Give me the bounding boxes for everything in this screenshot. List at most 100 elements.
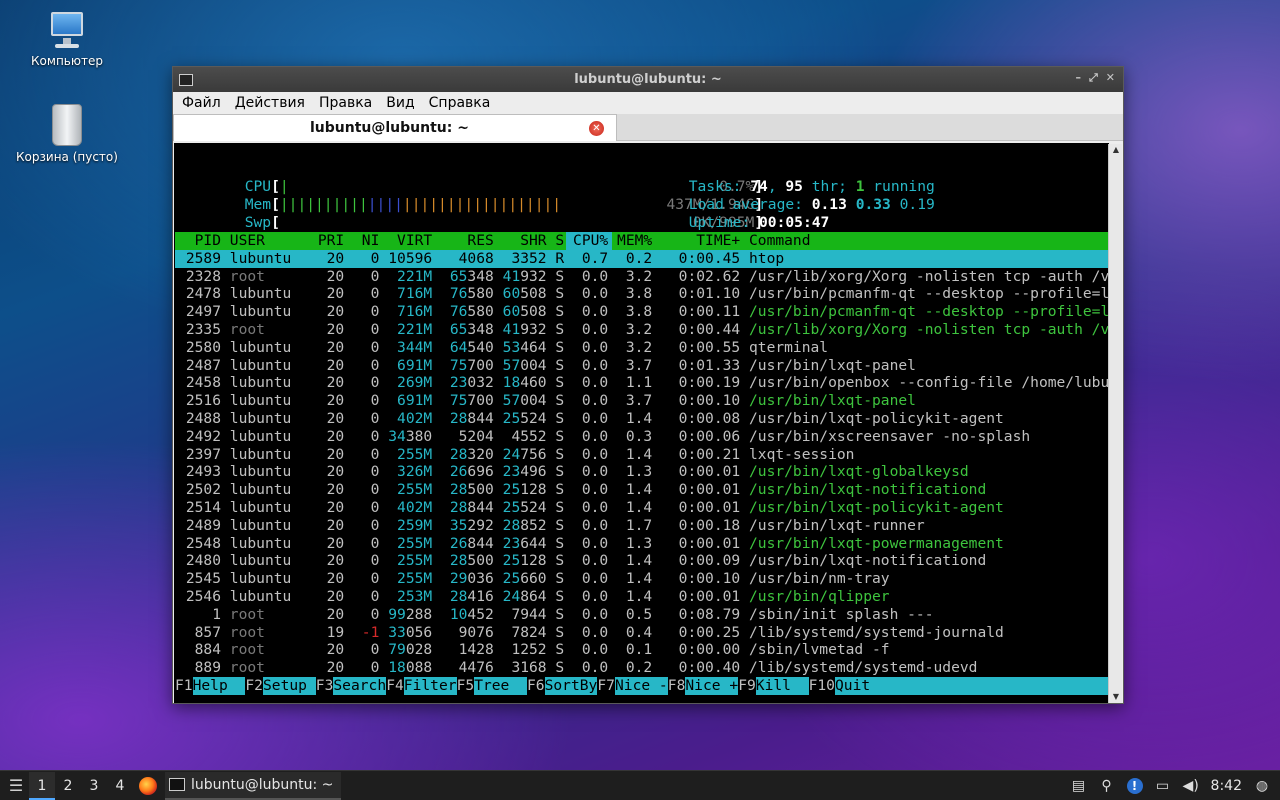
column-header-pri[interactable]: PRI — [309, 232, 344, 250]
cell-pid: 2335 — [185, 321, 221, 338]
terminal-area[interactable]: CPU[| 0.7%] Mem[||||||||||||||||||||||||… — [174, 143, 1109, 703]
process-row[interactable]: 2546 lubuntu 20 0 253M 28416 24864 S 0.0 1.4 0:00.… — [175, 588, 1108, 606]
process-row[interactable]: 2487 lubuntu 20 0 691M 75700 57004 S 0.0 3.7 0:01.… — [175, 357, 1108, 375]
desktop-icon-trash[interactable]: Корзина (пусто) — [12, 104, 122, 164]
window-titlebar[interactable]: lubuntu@lubuntu: ~ – ⤢ ✕ — [173, 67, 1123, 92]
process-row[interactable]: 2580 lubuntu 20 0 344M 64540 53464 S 0.0 3.2 0:00.… — [175, 339, 1108, 357]
cell-res: 28500 — [449, 552, 494, 570]
process-row[interactable]: 2493 lubuntu 20 0 326M 26696 23496 S 0.0 1.3 0:00.… — [175, 463, 1108, 481]
fkey-f7[interactable]: F7 — [597, 677, 615, 695]
process-row[interactable]: 2397 lubuntu 20 0 255M 28320 24756 S 0.0 1.4 0:00.… — [175, 446, 1108, 464]
column-header-time[interactable]: TIME+ — [652, 232, 740, 250]
process-row[interactable]: 2492 lubuntu 20 0 34380 5204 4552 S 0.0 0.3 0:00.0… — [175, 428, 1108, 446]
menu-view[interactable]: Вид — [379, 95, 421, 111]
fkey-label-f4[interactable]: Filter — [403, 677, 457, 695]
column-header-user[interactable]: USER — [230, 232, 309, 250]
column-header-mem[interactable]: MEM% — [608, 232, 652, 250]
fkey-f6[interactable]: F6 — [527, 677, 545, 695]
process-row[interactable]: 889 root 20 0 18088 4476 3168 S 0.0 0.2 0:00.40/li… — [175, 659, 1108, 677]
column-header-s[interactable]: S — [555, 232, 564, 250]
fkey-f4[interactable]: F4 — [386, 677, 404, 695]
column-header-shr[interactable]: SHR — [494, 232, 546, 250]
cell-s: S — [555, 463, 565, 481]
process-row[interactable]: 2514 lubuntu 20 0 402M 28844 25524 S 0.0 1.4 0:00.… — [175, 499, 1108, 517]
fkey-f1[interactable]: F1 — [175, 677, 193, 695]
cell-res: 76580 — [449, 303, 494, 321]
fkey-label-f10[interactable]: Quit — [835, 677, 1108, 695]
cell-pid: 1 — [212, 605, 221, 623]
cell-pri: 20 — [326, 516, 345, 534]
desktop-icon-computer[interactable]: Компьютер — [12, 12, 122, 68]
fkey-f10[interactable]: F10 — [809, 677, 835, 695]
cell-s: S — [555, 410, 565, 427]
scroll-down-icon[interactable]: ▼ — [1109, 691, 1123, 703]
clipboard-icon[interactable]: ▤ — [1071, 778, 1087, 794]
fkey-f9[interactable]: F9 — [738, 677, 756, 695]
desktop-switch-2[interactable]: 2 — [55, 772, 81, 800]
process-row[interactable]: 2335 root 20 0 221M 65348 41932 S 0.0 3.2 0:00.44 /… — [175, 321, 1109, 339]
globe-icon[interactable]: ◍ — [1254, 778, 1270, 794]
process-row[interactable]: 2589 lubuntu 20 0 10596 4068 3352 R 0.7 0.2 0:00.4… — [175, 249, 1108, 268]
fkey-label-f8[interactable]: Nice + — [685, 677, 739, 695]
process-row[interactable]: 2545 lubuntu 20 0 255M 29036 25660 S 0.0 1.4 0:00.… — [175, 570, 1108, 588]
fkey-f5[interactable]: F5 — [457, 677, 475, 695]
scroll-up-icon[interactable]: ▲ — [1109, 144, 1123, 156]
fkey-f2[interactable]: F2 — [245, 677, 263, 695]
cell-user: lubuntu — [229, 285, 292, 303]
desktop-switch-3[interactable]: 3 — [81, 772, 107, 800]
column-header-virt[interactable]: VIRT — [379, 232, 432, 250]
process-row[interactable]: 884 root 20 0 79028 1428 1252 S 0.0 0.1 0:00.00/sb… — [175, 641, 1108, 659]
network-icon[interactable]: ⚲ — [1099, 778, 1115, 794]
fkey-f3[interactable]: F3 — [316, 677, 334, 695]
fkey-label-f9[interactable]: Kill — [755, 677, 809, 695]
cell-cmd: /usr/lib/xorg/Xorg -nolisten tcp -auth /… — [749, 267, 1109, 285]
process-row[interactable]: 2497 lubuntu 20 0 716M 76580 60508 S 0.0 3.8 0:00.… — [175, 303, 1109, 321]
process-row[interactable]: 1 root 20 0 99288 10452 7944 S 0.0 0.5 0:08.79/sbi… — [175, 606, 1108, 624]
column-header-ni[interactable]: NI — [344, 232, 380, 250]
process-row[interactable]: 2548 lubuntu 20 0 255M 26844 23644 S 0.0 1.3 0:00.… — [175, 535, 1108, 553]
cell-mem: 3.8 — [625, 303, 653, 321]
minimize-icon[interactable]: – — [1075, 71, 1081, 85]
process-row[interactable]: 2480 lubuntu 20 0 255M 28500 25128 S 0.0 1.4 0:00.… — [175, 552, 1108, 570]
desktop-switch-1[interactable]: 1 — [29, 771, 55, 800]
menu-help[interactable]: Справка — [422, 95, 498, 111]
fkey-label-f2[interactable]: Setup — [263, 677, 316, 695]
process-row[interactable]: 857 root 19 -1 33056 9076 7824 S 0.0 0.4 0:00.25/l… — [175, 624, 1108, 642]
cell-user: lubuntu — [229, 463, 292, 481]
tab-close-icon[interactable]: ✕ — [589, 121, 604, 136]
terminal-scrollbar[interactable]: ▲ ▼ — [1108, 144, 1122, 703]
column-header-command[interactable]: Command — [749, 232, 1109, 250]
fkey-label-f1[interactable]: Help — [192, 677, 246, 695]
maximize-icon[interactable]: ⤢ — [1089, 71, 1098, 85]
notification-icon[interactable]: ▭ — [1155, 778, 1171, 794]
info-icon[interactable]: ! — [1126, 778, 1143, 794]
cell-virt: 691M — [397, 392, 433, 410]
process-row[interactable]: 2478 lubuntu 20 0 716M 76580 60508 S 0.0 3.8 0:01.… — [175, 285, 1109, 303]
fkey-label-f7[interactable]: Nice - — [615, 677, 668, 695]
fkey-label-f6[interactable]: SortBy — [544, 677, 598, 695]
fkey-f8[interactable]: F8 — [668, 677, 686, 695]
column-header-res[interactable]: RES — [432, 232, 493, 250]
process-row[interactable]: 2516 lubuntu 20 0 691M 75700 57004 S 0.0 3.7 0:00.… — [175, 392, 1108, 410]
close-icon[interactable]: ✕ — [1106, 71, 1115, 85]
column-header-pid[interactable]: PID — [177, 232, 221, 250]
clock[interactable]: 8:42 — [1211, 778, 1242, 794]
process-row[interactable]: 2502 lubuntu 20 0 255M 28500 25128 S 0.0 1.4 0:00.… — [175, 481, 1108, 499]
menu-actions[interactable]: Действия — [228, 95, 312, 111]
volume-icon[interactable]: ◀) — [1183, 778, 1199, 794]
fkey-label-f5[interactable]: Tree — [474, 677, 527, 695]
process-row[interactable]: 2328 root 20 0 221M 65348 41932 S 0.0 3.2 0:02.62 /… — [175, 267, 1109, 286]
task-button-terminal[interactable]: lubuntu@lubuntu: ~ — [165, 771, 342, 800]
desktop-switch-4[interactable]: 4 — [107, 772, 133, 800]
process-row[interactable]: 2489 lubuntu 20 0 259M 35292 28852 S 0.0 1.7 0:00.… — [175, 517, 1108, 535]
firefox-icon[interactable] — [139, 776, 157, 795]
menu-file[interactable]: Файл — [175, 95, 228, 111]
process-row[interactable]: 2458 lubuntu 20 0 269M 23032 18460 S 0.0 1.1 0:00.… — [175, 374, 1109, 392]
fkey-label-f3[interactable]: Search — [333, 677, 387, 695]
process-row[interactable]: 2488 lubuntu 20 0 402M 28844 25524 S 0.0 1.4 0:00.… — [175, 410, 1108, 428]
menu-edit[interactable]: Правка — [312, 95, 379, 111]
column-header-cpu[interactable]: CPU% — [564, 232, 608, 250]
start-menu-icon[interactable]: ☰ — [3, 774, 29, 798]
tab-terminal[interactable]: lubuntu@lubuntu: ~ ✕ — [173, 114, 617, 141]
cell-shr: 23496 — [502, 463, 547, 481]
